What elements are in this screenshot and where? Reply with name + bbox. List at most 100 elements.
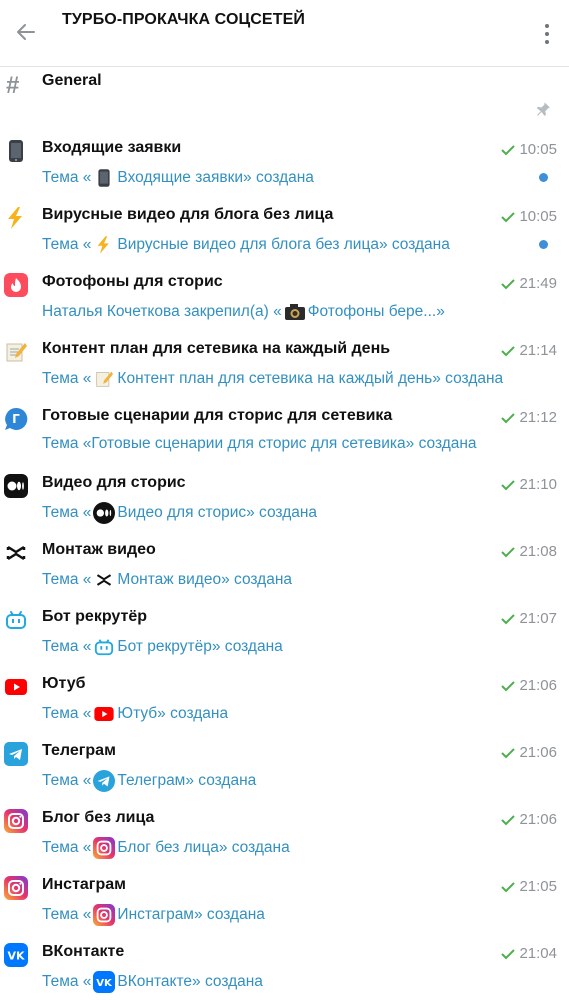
check-icon [501,345,516,356]
message-time: 21:49 [500,275,557,292]
vk-icon: VK [4,943,28,967]
list-item[interactable]: Ютуб 21:06 Тема « Ютуб » создана [0,669,569,736]
page-title: ТУРБО-ПРОКАЧКА СОЦСЕТЕЙ [62,11,305,28]
more-menu-button[interactable] [541,20,553,48]
unread-indicator [539,240,548,249]
message-time: 21:07 [500,610,557,627]
topic-name: Бот рекрутёр [42,608,147,625]
check-icon [501,278,516,289]
check-icon [501,747,516,758]
list-item[interactable]: Бот рекрутёр 21:07 Тема « Бот рекрутёр »… [0,602,569,669]
list-item[interactable]: Вирусные видео для блога без лица 10:05 … [0,200,569,267]
message-time: 21:08 [500,543,557,560]
message-time: 21:06 [500,744,557,761]
instagram-icon [93,904,116,926]
last-message-preview: Тема « Телеграм » создана [42,770,256,792]
phone-icon [93,167,115,189]
last-message-preview: Тема « Ютуб » создана [42,703,228,725]
topic-name: Телеграм [42,742,116,759]
list-item[interactable]: Входящие заявки 10:05 Тема « Входящие за… [0,133,569,200]
topic-name: Видео для сторис [42,474,186,491]
check-icon [501,881,516,892]
topic-name: Входящие заявки [42,139,182,156]
topic-general[interactable]: # General [0,66,569,133]
telegram-icon [4,742,28,766]
topic-name: Фотофоны для сторис [42,273,223,290]
phone-icon [4,139,28,163]
back-button[interactable] [8,14,44,50]
last-message-preview: Тема « Входящие заявки » создана [42,167,314,189]
back-arrow-icon [17,24,35,40]
last-message-preview: Тема « Инстаграм » создана [42,904,265,926]
capcut-icon [4,541,28,565]
topic-name: ВКонтакте [42,943,125,960]
message-time: 21:06 [500,811,557,828]
list-item[interactable]: Блог без лица 21:06 Тема « Блог без лица… [0,803,569,870]
more-vertical-icon [545,24,549,28]
memo-icon [4,340,28,364]
medium-icon [93,502,116,524]
message-time: 21:10 [500,476,557,493]
bot-icon [4,608,28,632]
g-bubble-icon: Г [4,407,28,431]
message-time: 21:12 [500,409,557,426]
topic-list: # General Входящие заявки 10:05 Тема « В… [0,66,569,1000]
list-item[interactable]: Фотофоны для сторис 21:49 Наталья Кочетк… [0,267,569,334]
list-item[interactable]: Инстаграм 21:05 Тема « Инстаграм » созда… [0,870,569,937]
last-message-preview: Наталья Кочеткова закрепил(а) « Фотофоны… [42,301,445,323]
message-time: 21:04 [500,945,557,962]
memo-icon [93,368,115,390]
last-message-preview: Тема « Контент план для сетевика на кажд… [42,368,503,390]
app-window: ТУРБО-ПРОКАЧКА СОЦСЕТЕЙ # General Входящ… [0,0,569,1000]
youtube-icon [93,703,115,725]
check-icon [501,412,516,423]
topic-name: Контент план для сетевика на каждый день [42,340,391,357]
last-message-preview: Тема « Блог без лица » создана [42,837,290,859]
message-time: 10:05 [500,141,557,158]
last-message-preview: Тема «Готовые сценарии для сторис для се… [42,435,477,452]
list-item[interactable]: Монтаж видео 21:08 Тема « Монтаж видео »… [0,535,569,602]
vk-icon: VK [93,971,116,993]
instagram-icon [4,876,28,900]
check-icon [501,948,516,959]
medium-icon [4,474,28,498]
last-message-preview: Тема « VK ВКонтакте » создана [42,971,263,993]
check-icon [501,144,516,155]
svg-text:Г: Г [12,412,20,426]
instagram-icon [4,809,28,833]
telegram-icon [93,770,116,792]
lightning-icon [93,234,115,256]
topic-name: Инстаграм [42,876,126,893]
lightning-icon [4,206,28,230]
topic-name: Вирусные видео для блога без лица [42,206,334,223]
message-time: 21:05 [500,878,557,895]
last-message-preview: Тема « Вирусные видео для блога без лица… [42,234,450,256]
instagram-icon [93,837,116,859]
topic-name: Блог без лица [42,809,155,826]
list-item[interactable]: Г Готовые сценарии для сторис для сетеви… [0,401,569,468]
check-icon [501,814,516,825]
youtube-icon [4,675,28,699]
message-time: 21:06 [500,677,557,694]
bot-icon [93,636,115,658]
tinder-flame-icon [4,273,28,297]
check-icon [501,613,516,624]
pin-icon [534,100,552,123]
list-item[interactable]: VK ВКонтакте 21:04 Тема « VK ВКонтакте »… [0,937,569,1000]
unread-indicator [539,173,548,182]
last-message-preview: Тема « Монтаж видео » создана [42,569,292,591]
check-icon [501,680,516,691]
topic-name: Готовые сценарии для сторис для сетевика [42,407,393,424]
hash-icon: # [6,72,20,99]
list-item[interactable]: Видео для сторис 21:10 Тема « Видео для … [0,468,569,535]
check-icon [501,546,516,557]
svg-text:VK: VK [97,978,114,989]
capcut-icon [93,569,115,591]
list-item[interactable]: Телеграм 21:06 Тема « Телеграм » создана [0,736,569,803]
check-icon [501,479,516,490]
topic-name: Ютуб [42,675,86,692]
last-message-preview: Тема « Бот рекрутёр » создана [42,636,283,658]
topic-name: General [42,72,102,89]
check-icon [501,211,516,222]
list-item[interactable]: Контент план для сетевика на каждый день… [0,334,569,401]
